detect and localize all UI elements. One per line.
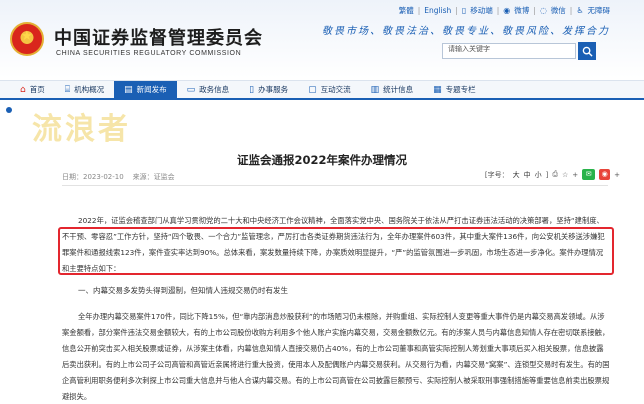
share-icon[interactable]: + <box>572 171 578 179</box>
mobile-link[interactable]: 移动端 <box>470 5 493 16</box>
search-icon <box>582 46 593 57</box>
favorite-icon[interactable]: ☆ <box>562 171 568 179</box>
separator: | <box>569 6 573 15</box>
nav-item-label: 专题专栏 <box>445 85 476 94</box>
nav-item-label: 互动交流 <box>320 85 351 94</box>
nav-item-about[interactable]: ⌸ 机构概况 <box>55 81 114 98</box>
slogan: 敬畏市场、敬畏法治、敬畏专业、敬畏风险、发挥合力 <box>322 26 610 37</box>
font-size-end: ] <box>545 170 549 179</box>
font-size-small[interactable]: 小 <box>535 170 542 180</box>
top-links: 繁體 | English | ▯ 移动端 | ◉ 微博 | ◌ 微信 | ♿ 无… <box>399 5 610 16</box>
separator: | <box>417 6 421 15</box>
article-paragraph: 全年办理内幕交易案件170件，同比下降15%，但“靠内部消息炒股获利”的市场陋习… <box>62 312 610 401</box>
font-size-large[interactable]: 大 <box>513 170 520 180</box>
watermark: 流浪者 <box>32 112 131 147</box>
location-icon <box>6 107 12 113</box>
org-name-en: CHINA SECURITIES REGULATORY COMMISSION <box>56 50 242 57</box>
wechat-icon: ◌ <box>539 6 547 15</box>
nav-item-label: 办事服务 <box>258 85 289 94</box>
nav-item-home[interactable]: ⌂ 首页 <box>10 81 55 98</box>
traditional-link[interactable]: 繁體 <box>399 5 414 16</box>
accessibility-icon: ♿ <box>576 6 584 15</box>
separator: | <box>533 6 536 15</box>
monitor-icon: ▭ <box>186 84 196 95</box>
wechat-link[interactable]: 微信 <box>551 5 566 16</box>
nav-item-label: 政务信息 <box>199 85 230 94</box>
nav-item-label: 机构概况 <box>74 85 105 94</box>
building-icon: ⌸ <box>64 84 71 95</box>
accessible-link[interactable]: 无障碍 <box>588 5 611 16</box>
weibo-share-icon[interactable]: ◉ <box>599 169 611 180</box>
document-icon: ▯ <box>249 84 255 95</box>
nav-item-topics[interactable]: ▦ 专题专栏 <box>423 81 486 98</box>
site-header: 中国证券监督管理委员会 CHINA SECURITIES REGULATORY … <box>0 0 644 78</box>
separator: | <box>496 6 500 15</box>
book-icon: ▦ <box>433 84 442 95</box>
article-title: 证监会通报2022年案件办理情况 <box>236 153 407 167</box>
weibo-icon: ◉ <box>503 6 511 15</box>
nav-item-news[interactable]: ▤ 新闻发布 <box>114 81 177 98</box>
article-source: 来源：证监会 <box>132 173 175 181</box>
title-divider <box>62 185 608 186</box>
article-meta: 日期：2023-02-10 来源：证监会 <box>62 172 175 182</box>
nav-item-label: 首页 <box>29 85 45 94</box>
nav-item-interaction[interactable]: ▢ 互动交流 <box>298 81 361 98</box>
search-input[interactable]: 请输入关键字 <box>442 43 576 59</box>
search-button[interactable] <box>578 42 596 60</box>
main-nav: ⌂ 首页 ⌸ 机构概况 ▤ 新闻发布 ▭ 政务信息 ▯ 办事服务 ▢ 互动交流 … <box>0 80 644 100</box>
section-heading: 一、内幕交易多发势头得到遏制，但知情人违规交易仍时有发生 <box>78 286 288 295</box>
more-share-icon[interactable]: + <box>614 171 620 179</box>
font-size-medium[interactable]: 中 <box>524 170 531 180</box>
english-link[interactable]: English <box>424 6 451 15</box>
chat-icon: ▢ <box>308 84 317 95</box>
nav-item-government-info[interactable]: ▭ 政务信息 <box>177 81 240 98</box>
mobile-icon: ▯ <box>461 6 467 15</box>
article-tools: [字号： 大 中 小 ] ⎙ ☆ + ✉ ◉ + <box>485 169 620 180</box>
font-size-label: [字号： <box>484 170 509 179</box>
weibo-link[interactable]: 微博 <box>514 5 529 16</box>
home-icon: ⌂ <box>20 84 26 95</box>
chart-icon: ▥ <box>370 84 380 95</box>
org-name-cn[interactable]: 中国证券监督管理委员会 <box>54 24 263 50</box>
nav-item-label: 新闻发布 <box>136 85 167 94</box>
nav-item-label: 统计信息 <box>383 85 414 94</box>
nav-item-statistics[interactable]: ▥ 统计信息 <box>361 81 424 98</box>
newspaper-icon: ▤ <box>124 84 133 95</box>
separator: | <box>455 6 458 15</box>
national-emblem-icon[interactable] <box>10 22 44 56</box>
print-icon[interactable]: ⎙ <box>552 170 558 179</box>
wechat-share-icon[interactable]: ✉ <box>582 169 596 180</box>
nav-item-services[interactable]: ▯ 办事服务 <box>239 81 298 98</box>
highlight-box <box>58 227 614 275</box>
article-date: 日期：2023-02-10 <box>62 173 124 181</box>
